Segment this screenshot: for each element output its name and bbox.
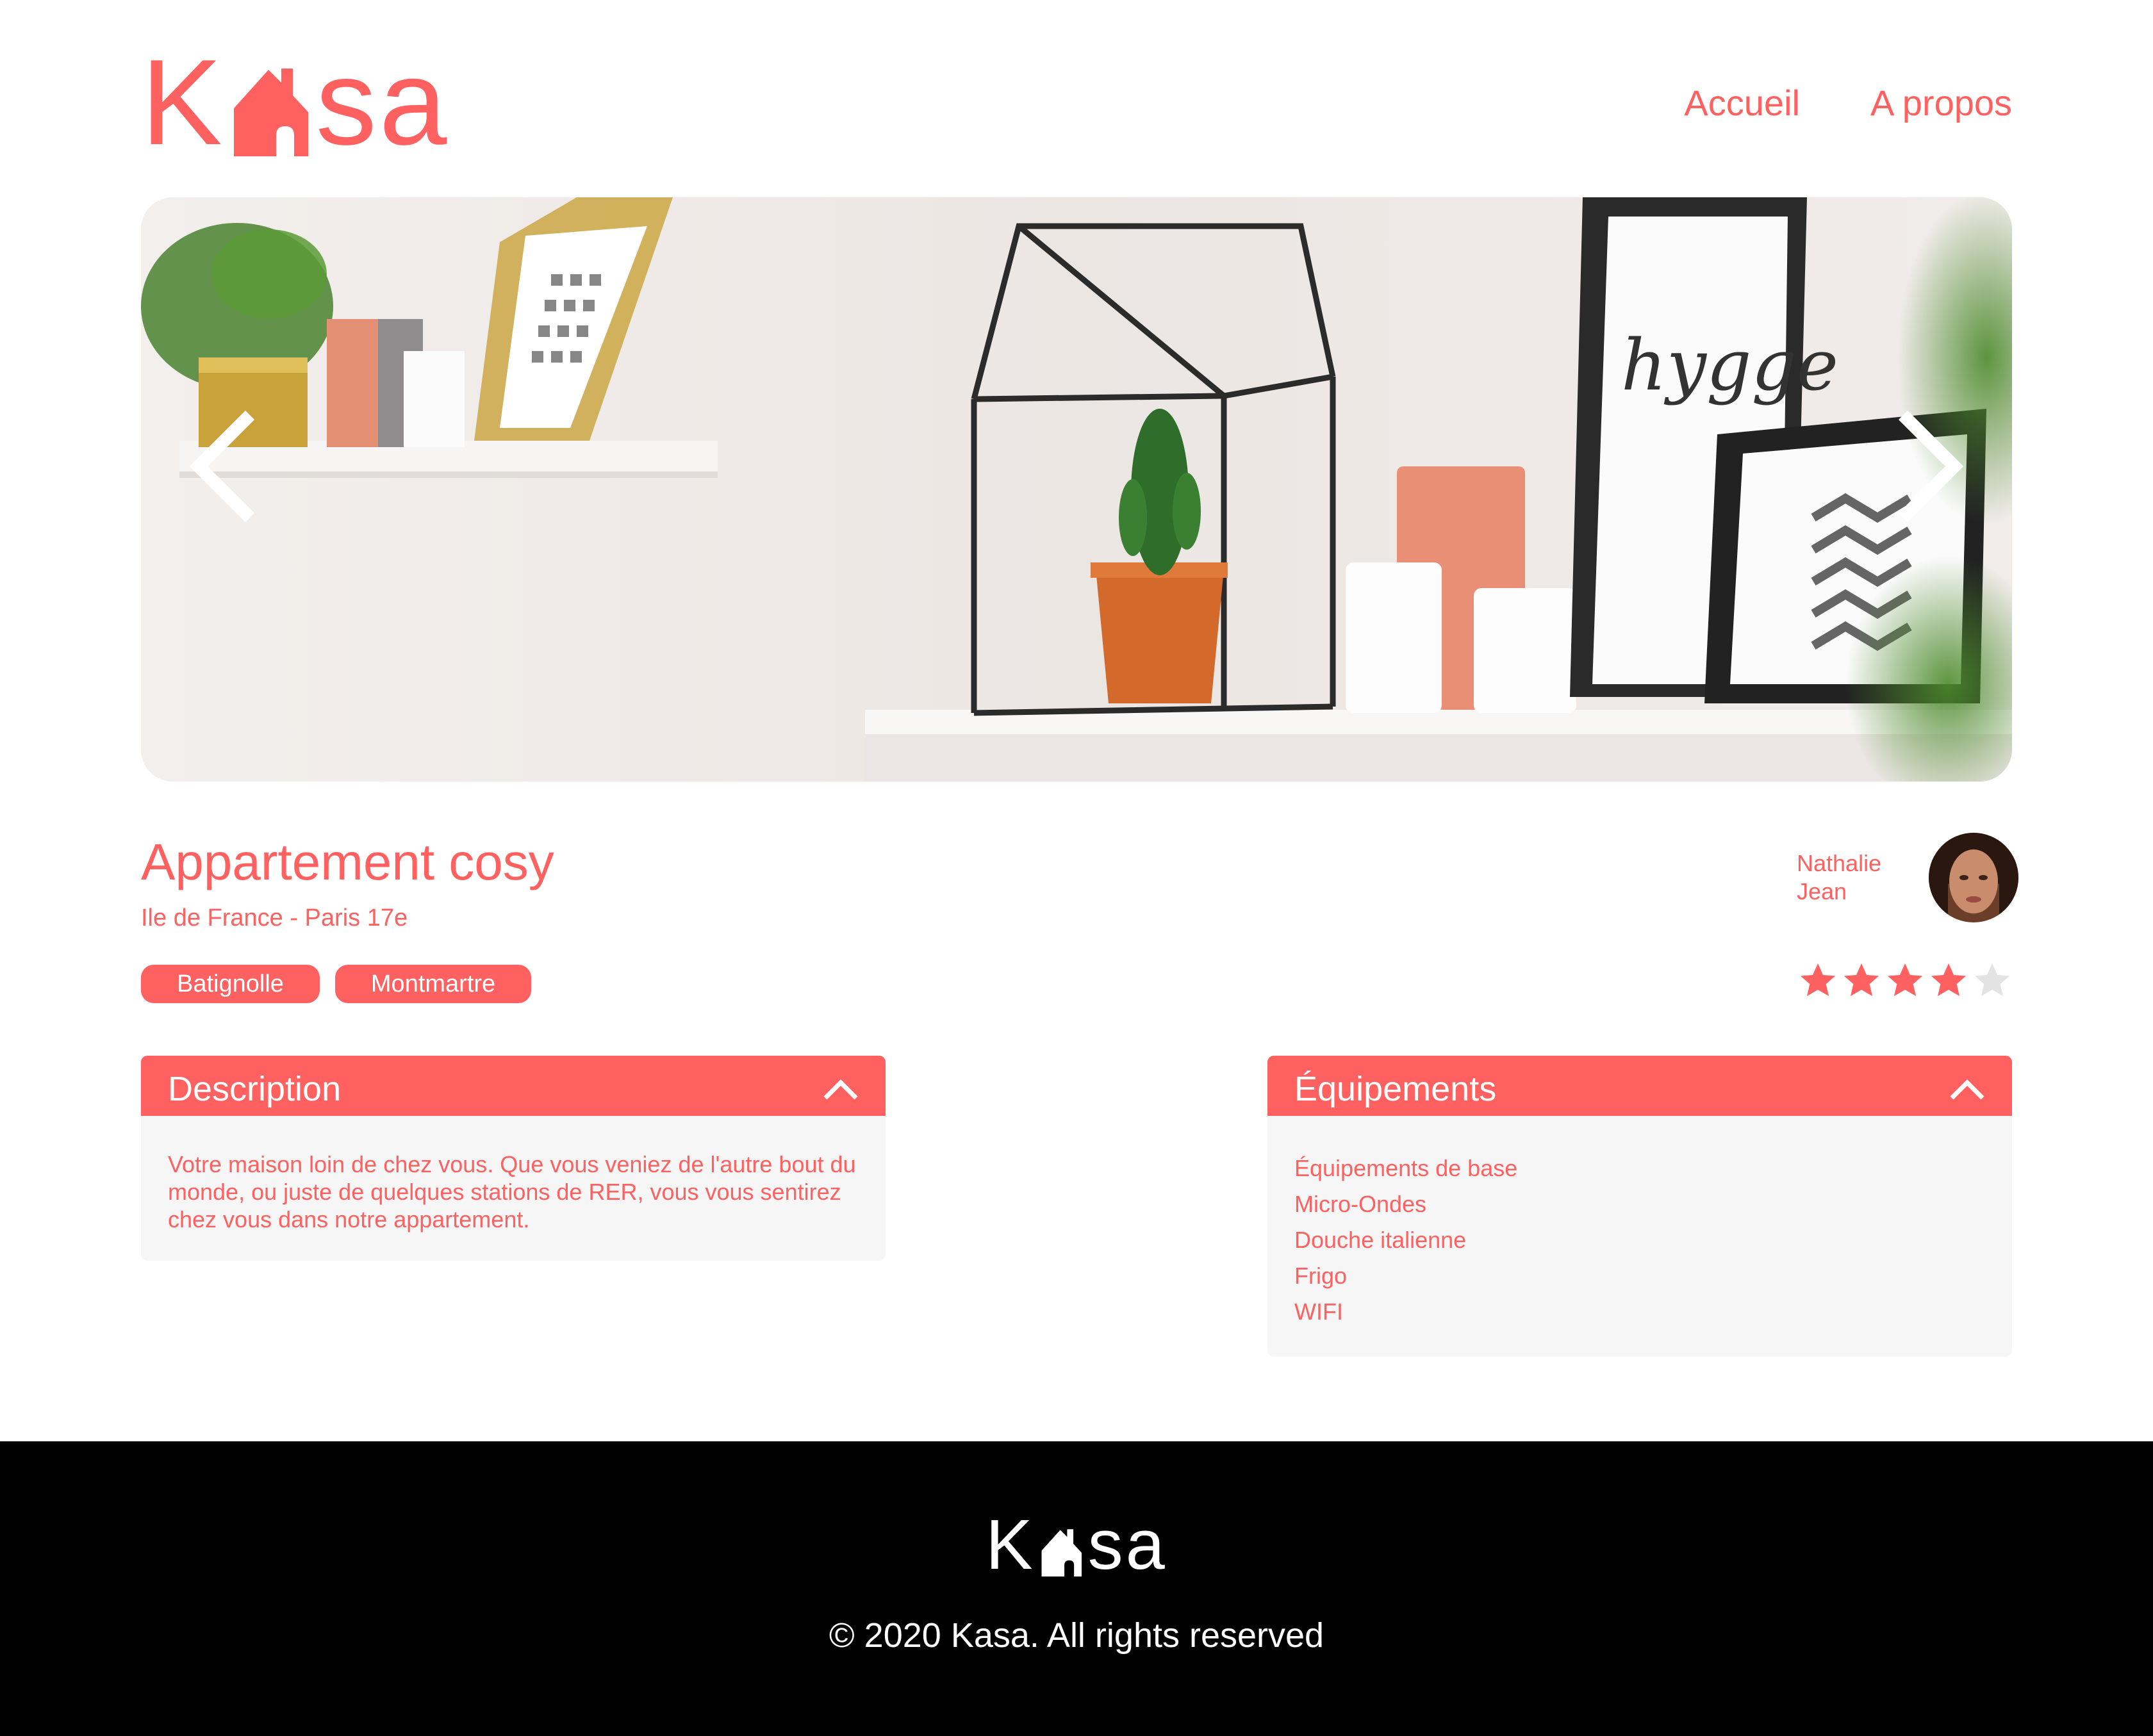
list-item: WIFI xyxy=(1294,1298,1343,1325)
header: K sa Accueil A propos xyxy=(141,35,2012,170)
svg-text:hygge: hygge xyxy=(1621,324,1838,406)
nav-about-link[interactable]: A propos xyxy=(1870,82,2012,124)
host-name: Nathalie Jean xyxy=(1797,849,1899,906)
copyright-text: © 2020 Kasa. All rights reserved xyxy=(829,1616,1324,1655)
chevron-up-icon[interactable] xyxy=(823,1077,859,1101)
footer-logo-suffix: sa xyxy=(1087,1505,1167,1584)
equipments-collapse: Équipements Équipements de base Micro-On… xyxy=(1267,1056,2012,1357)
list-item: Équipements de base xyxy=(1294,1155,1518,1181)
footer-logo: K sa xyxy=(986,1505,1167,1584)
main-nav: Accueil A propos xyxy=(1684,82,2012,124)
host-info: Nathalie Jean xyxy=(1797,833,2018,922)
chevron-left-icon[interactable] xyxy=(179,409,269,524)
house-icon xyxy=(1041,1529,1082,1577)
page: K sa Accueil A propos hygge Appartement … xyxy=(0,0,2153,1736)
logo-prefix: K xyxy=(141,35,225,170)
nav-home-link[interactable]: Accueil xyxy=(1684,82,1800,124)
footer: K sa © 2020 Kasa. All rights reserved xyxy=(0,1441,2153,1736)
listing-location: Ile de France - Paris 17e xyxy=(141,905,408,931)
description-toggle[interactable]: Description xyxy=(141,1056,886,1122)
list-item: Micro-Ondes xyxy=(1294,1191,1427,1217)
logo-suffix: sa xyxy=(315,35,450,170)
equipment-list: Équipements de base Micro-Ondes Douche i… xyxy=(1294,1151,1985,1330)
kasa-logo[interactable]: K sa xyxy=(141,35,450,170)
host-first-name: Nathalie xyxy=(1797,850,1882,876)
star-icon xyxy=(1844,963,1879,997)
listing-title: Appartement cosy xyxy=(141,833,554,890)
star-icon xyxy=(1800,963,1836,997)
description-text: Votre maison loin de chez vous. Que vous… xyxy=(168,1151,856,1232)
host-last-name: Jean xyxy=(1797,878,1847,905)
tag: Montmartre xyxy=(334,965,532,1003)
carousel-photo: hygge xyxy=(141,197,2012,782)
tag: Batignolle xyxy=(141,965,320,1003)
chevron-up-icon[interactable] xyxy=(1949,1077,1985,1101)
star-icon xyxy=(1887,963,1923,997)
description-body: Votre maison loin de chez vous. Que vous… xyxy=(141,1116,886,1261)
footer-logo-prefix: K xyxy=(986,1505,1035,1584)
equipments-body: Équipements de base Micro-Ondes Douche i… xyxy=(1267,1116,2012,1357)
equipments-toggle[interactable]: Équipements xyxy=(1267,1056,2012,1122)
star-rating xyxy=(1798,961,2012,1001)
equipments-title: Équipements xyxy=(1294,1070,1497,1108)
photo-carousel: hygge xyxy=(141,197,2012,782)
star-empty-icon xyxy=(1974,963,2010,997)
chevron-right-icon[interactable] xyxy=(1884,409,1974,524)
description-title: Description xyxy=(168,1070,342,1108)
star-icon xyxy=(1931,963,1967,997)
list-item: Douche italienne xyxy=(1294,1227,1467,1253)
list-item: Frigo xyxy=(1294,1263,1348,1289)
description-collapse: Description Votre maison loin de chez vo… xyxy=(141,1056,886,1261)
tag-list: Batignolle Montmartre xyxy=(141,965,532,1003)
house-icon xyxy=(233,69,308,156)
avatar xyxy=(1929,833,2018,922)
